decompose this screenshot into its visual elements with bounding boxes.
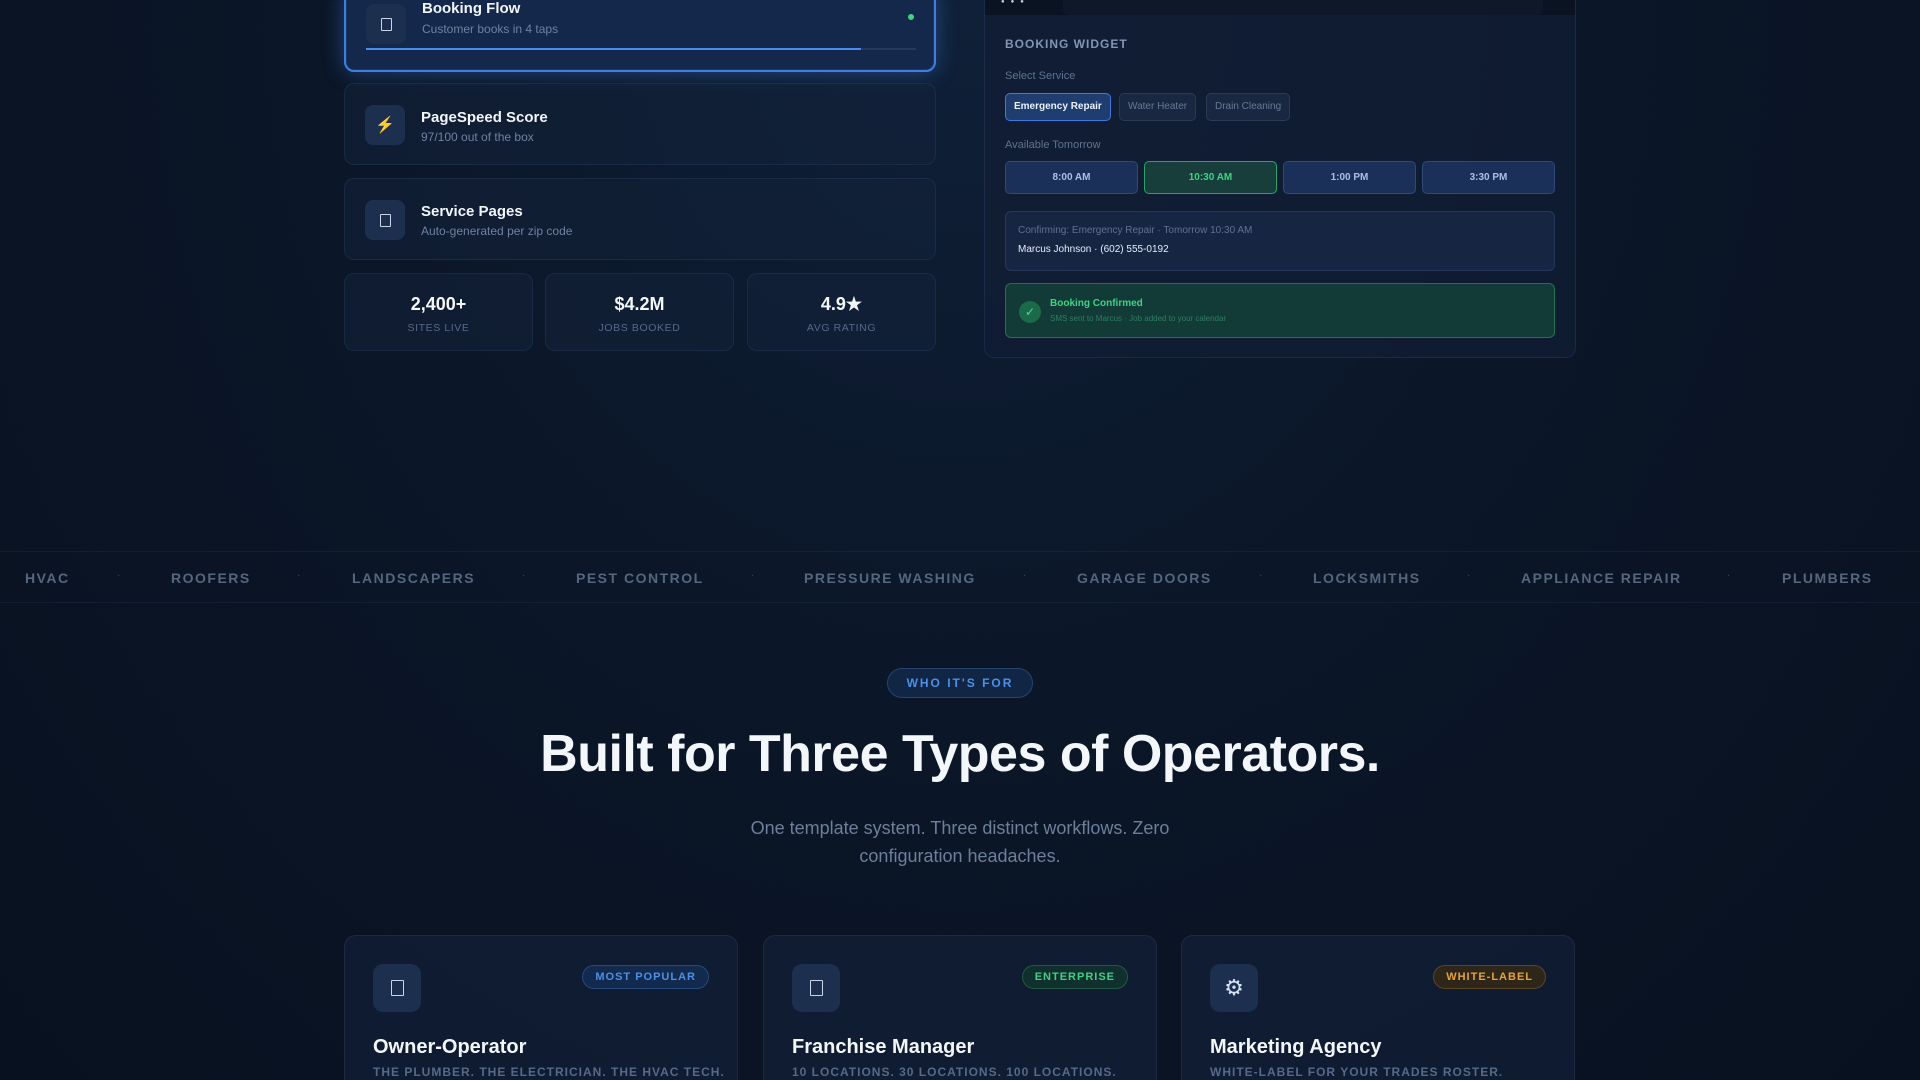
trade-item: ROOFERS	[171, 570, 251, 586]
stat-sites-live: 2,400+ SITES LIVE	[344, 273, 533, 351]
separator-dot: ·	[751, 570, 755, 581]
trade-item: LOCKSMITHS	[1313, 570, 1421, 586]
phone-icon	[366, 4, 406, 44]
section-heading: Built for Three Types of Operators.	[540, 725, 1380, 783]
feature-title: PageSpeed Score	[421, 109, 548, 126]
status-dot	[908, 14, 914, 20]
section-lede: One template system. Three distinct work…	[750, 818, 1170, 866]
widget-window-bar: ●●●	[985, 0, 1575, 15]
feature-card-pagespeed[interactable]: ⚡ PageSpeed Score 97/100 out of the box	[344, 83, 936, 165]
progress-fill	[366, 48, 861, 50]
stat-value: 2,400+	[410, 294, 467, 314]
success-title: Booking Confirmed	[1050, 298, 1143, 309]
separator-dot: ·	[1727, 570, 1731, 581]
check-icon: ✓	[1019, 301, 1041, 323]
persona-name: Franchise Manager	[792, 1036, 975, 1058]
feature-subtitle: Customer books in 4 taps	[422, 22, 559, 36]
trade-item: GARAGE DOORS	[1077, 570, 1212, 586]
wrench-icon	[373, 964, 421, 1012]
trade-item: APPLIANCE REPAIR	[1521, 570, 1682, 586]
persona-desc: 10 LOCATIONS. 30 LOCATIONS. 100 LOCATION…	[792, 1065, 1117, 1079]
building-icon	[792, 964, 840, 1012]
section-badge: WHO IT'S FOR	[887, 668, 1033, 698]
persona-name: Marketing Agency	[1210, 1036, 1382, 1058]
trade-item: PRESSURE WASHING	[804, 570, 976, 586]
feature-card-booking-flow[interactable]: Booking Flow Customer books in 4 taps	[344, 0, 936, 72]
persona-desc: WHITE-LABEL FOR YOUR TRADES ROSTER.	[1210, 1065, 1504, 1079]
trade-item: LANDSCAPERS	[352, 570, 476, 586]
booking-confirmed-alert: ✓ Booking Confirmed SMS sent to Marcus ·…	[1005, 283, 1555, 338]
available-label: Available Tomorrow	[1005, 139, 1101, 151]
separator-dot: ·	[1259, 570, 1263, 581]
customer-text: Marcus Johnson · (602) 555-0192	[1018, 244, 1169, 255]
tag-white-label: WHITE-LABEL	[1433, 965, 1546, 989]
time-slot-8am[interactable]: 8:00 AM	[1005, 161, 1138, 194]
feature-title: Booking Flow	[422, 0, 521, 17]
select-service-label: Select Service	[1005, 70, 1076, 82]
window-dots-icon: ●●●	[1001, 0, 1030, 5]
stat-avg-rating: 4.9★ AVG RATING	[747, 273, 936, 351]
service-chip-water-heater[interactable]: Water Heater	[1119, 93, 1197, 121]
feature-card-service-pages[interactable]: Service Pages Auto-generated per zip cod…	[344, 178, 936, 260]
tag-most-popular: MOST POPULAR	[582, 965, 709, 989]
feature-subtitle: 97/100 out of the box	[421, 130, 534, 144]
stat-jobs-booked: $4.2M JOBS BOOKED	[545, 273, 734, 351]
success-subtitle: SMS sent to Marcus · Job added to your c…	[1050, 314, 1227, 323]
stat-value: $4.2M	[614, 294, 665, 314]
separator-dot: ·	[297, 570, 301, 581]
tag-enterprise: ENTERPRISE	[1021, 965, 1128, 989]
service-chip-emergency-repair[interactable]: Emergency Repair	[1005, 93, 1111, 121]
confirmation-summary: Confirming: Emergency Repair · Tomorrow …	[1005, 211, 1555, 271]
time-slot-330pm[interactable]: 3:30 PM	[1422, 161, 1555, 194]
service-chip-drain-cleaning[interactable]: Drain Cleaning	[1206, 93, 1291, 121]
separator-dot: ·	[1467, 570, 1471, 581]
persona-card-franchise-manager[interactable]: ENTERPRISE Franchise Manager 10 LOCATION…	[763, 935, 1157, 1080]
trade-item: PEST CONTROL	[576, 570, 704, 586]
document-icon	[365, 200, 405, 240]
separator-dot: ·	[1023, 570, 1027, 581]
booking-widget-panel: ●●● BOOKING WIDGET Select Service Emerge…	[984, 0, 1576, 358]
feature-title: Service Pages	[421, 203, 523, 220]
trade-item: HVAC	[25, 570, 70, 586]
separator-dot: ·	[117, 570, 121, 581]
gear-icon: ⚙	[1210, 964, 1258, 1012]
feature-subtitle: Auto-generated per zip code	[421, 224, 573, 238]
persona-name: Owner-Operator	[373, 1036, 527, 1058]
stat-label: AVG RATING	[806, 322, 877, 334]
time-slot-1030am[interactable]: 10:30 AM	[1144, 161, 1277, 194]
persona-desc: THE PLUMBER. THE ELECTRICIAN. THE HVAC T…	[373, 1065, 725, 1079]
progress-track	[366, 48, 916, 50]
lightning-icon: ⚡	[365, 105, 405, 145]
persona-card-marketing-agency[interactable]: ⚙ WHITE-LABEL Marketing Agency WHITE-LAB…	[1181, 935, 1575, 1080]
widget-title: BOOKING WIDGET	[1005, 37, 1128, 51]
trade-item: PLUMBERS	[1782, 570, 1873, 586]
stat-label: JOBS BOOKED	[598, 322, 681, 334]
persona-card-owner-operator[interactable]: MOST POPULAR Owner-Operator THE PLUMBER.…	[344, 935, 738, 1080]
widget-address-bar	[1063, 0, 1543, 15]
stat-value: 4.9★	[820, 294, 863, 314]
trades-marquee: HVAC · ROOFERS · LANDSCAPERS · PEST CONT…	[0, 551, 1920, 603]
confirming-text: Confirming: Emergency Repair · Tomorrow …	[1018, 225, 1253, 236]
time-slot-1pm[interactable]: 1:00 PM	[1283, 161, 1416, 194]
stat-label: SITES LIVE	[407, 322, 470, 334]
separator-dot: ·	[522, 570, 526, 581]
